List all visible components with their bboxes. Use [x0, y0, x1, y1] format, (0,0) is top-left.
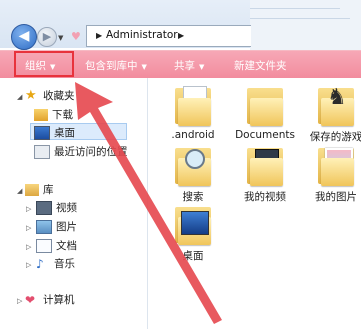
- collapse-arrow-icon[interactable]: ▷: [17, 297, 22, 305]
- nav-libraries-label: 库: [43, 184, 54, 196]
- music-note-icon: ♪: [36, 256, 44, 271]
- collapse-arrow-icon[interactable]: ▷: [26, 261, 31, 269]
- nav-documents[interactable]: 文档: [36, 238, 77, 253]
- share-button[interactable]: 共享 ▼: [174, 58, 204, 73]
- folder-icon: [247, 86, 283, 126]
- file-label: .android: [171, 129, 215, 141]
- library-icon: [25, 183, 39, 196]
- nav-desktop-label: 桌面: [54, 127, 75, 139]
- heart-icon: ❤: [25, 292, 36, 307]
- picture-folder-icon: [318, 146, 354, 186]
- picture-icon: [36, 219, 52, 234]
- file-item-saved-games[interactable]: ♞ 保存的游戏: [301, 86, 361, 144]
- nav-recent-label: 最近访问的位置: [54, 146, 128, 158]
- back-arrow-icon: ◀: [18, 28, 30, 44]
- forward-arrow-icon: ▶: [42, 30, 52, 43]
- nav-computer[interactable]: ❤ 计算机: [25, 292, 75, 307]
- desktop-folder-icon: [175, 205, 211, 245]
- chess-folder-icon: ♞: [318, 86, 354, 126]
- file-label: 我的视频: [244, 191, 286, 203]
- nav-music[interactable]: ♪ 音乐: [36, 256, 75, 271]
- file-item-my-pictures[interactable]: 我的图片: [301, 146, 361, 204]
- nav-libraries[interactable]: 库: [25, 182, 54, 197]
- file-item-android[interactable]: .android: [158, 86, 228, 141]
- nav-desktop[interactable]: 桌面: [34, 125, 75, 140]
- downloads-folder-icon: [34, 108, 48, 121]
- file-label: 搜索: [182, 191, 204, 203]
- nav-computer-label: 计算机: [43, 294, 75, 306]
- background-window-strip: [250, 0, 361, 50]
- video-icon: [36, 200, 52, 215]
- document-icon: [36, 238, 52, 253]
- heart-icon: ♥: [71, 30, 81, 43]
- chevron-down-icon: ▼: [199, 63, 205, 71]
- include-label: 包含到库中: [85, 60, 138, 72]
- share-label: 共享: [174, 60, 195, 72]
- nav-recent-places[interactable]: 最近访问的位置: [34, 144, 128, 159]
- collapse-arrow-icon[interactable]: ▷: [26, 243, 31, 251]
- collapse-arrow-icon[interactable]: ▷: [26, 205, 31, 213]
- collapse-arrow-icon[interactable]: ▷: [26, 224, 31, 232]
- address-path-administrator[interactable]: Administrator: [106, 29, 178, 41]
- folder-icon: [175, 86, 211, 126]
- include-in-library-button[interactable]: 包含到库中 ▼: [85, 58, 147, 73]
- highlight-box: [14, 51, 74, 77]
- nav-favorites-label: 收藏夹: [43, 90, 75, 102]
- file-label: 桌面: [182, 250, 204, 262]
- file-label: Documents: [235, 129, 295, 141]
- history-dropdown-icon[interactable]: ▼: [58, 34, 63, 42]
- chevron-right-icon[interactable]: ▶: [96, 31, 102, 40]
- search-folder-icon: [175, 146, 211, 186]
- nav-pictures[interactable]: 图片: [36, 219, 77, 234]
- desktop-icon: [34, 125, 50, 140]
- file-label: 我的图片: [315, 191, 357, 203]
- expand-arrow-icon[interactable]: ◢: [17, 187, 22, 195]
- chevron-right-icon[interactable]: ▶: [178, 31, 184, 40]
- chevron-down-icon: ▼: [141, 63, 147, 71]
- nav-documents-label: 文档: [56, 240, 77, 252]
- file-item-my-videos[interactable]: 我的视频: [230, 146, 300, 204]
- file-item-desktop[interactable]: 桌面: [158, 205, 228, 263]
- nav-pictures-label: 图片: [56, 221, 77, 233]
- nav-favorites[interactable]: ★ 收藏夹: [25, 88, 75, 103]
- nav-downloads[interactable]: 下载: [34, 107, 73, 122]
- forward-button[interactable]: ▶: [37, 27, 57, 47]
- file-label: 保存的游戏: [309, 131, 361, 143]
- file-item-searches[interactable]: 搜索: [158, 146, 228, 204]
- video-folder-icon: [247, 146, 283, 186]
- recent-places-icon: [34, 144, 50, 159]
- new-folder-button[interactable]: 新建文件夹: [234, 58, 287, 73]
- nav-videos[interactable]: 视频: [36, 200, 77, 215]
- expand-arrow-icon[interactable]: ◢: [17, 93, 22, 101]
- star-icon: ★: [25, 87, 37, 103]
- nav-music-label: 音乐: [54, 258, 75, 270]
- nav-videos-label: 视频: [56, 202, 77, 214]
- file-item-documents[interactable]: Documents: [230, 86, 300, 141]
- back-button[interactable]: ◀: [11, 24, 37, 50]
- nav-downloads-label: 下载: [52, 109, 73, 121]
